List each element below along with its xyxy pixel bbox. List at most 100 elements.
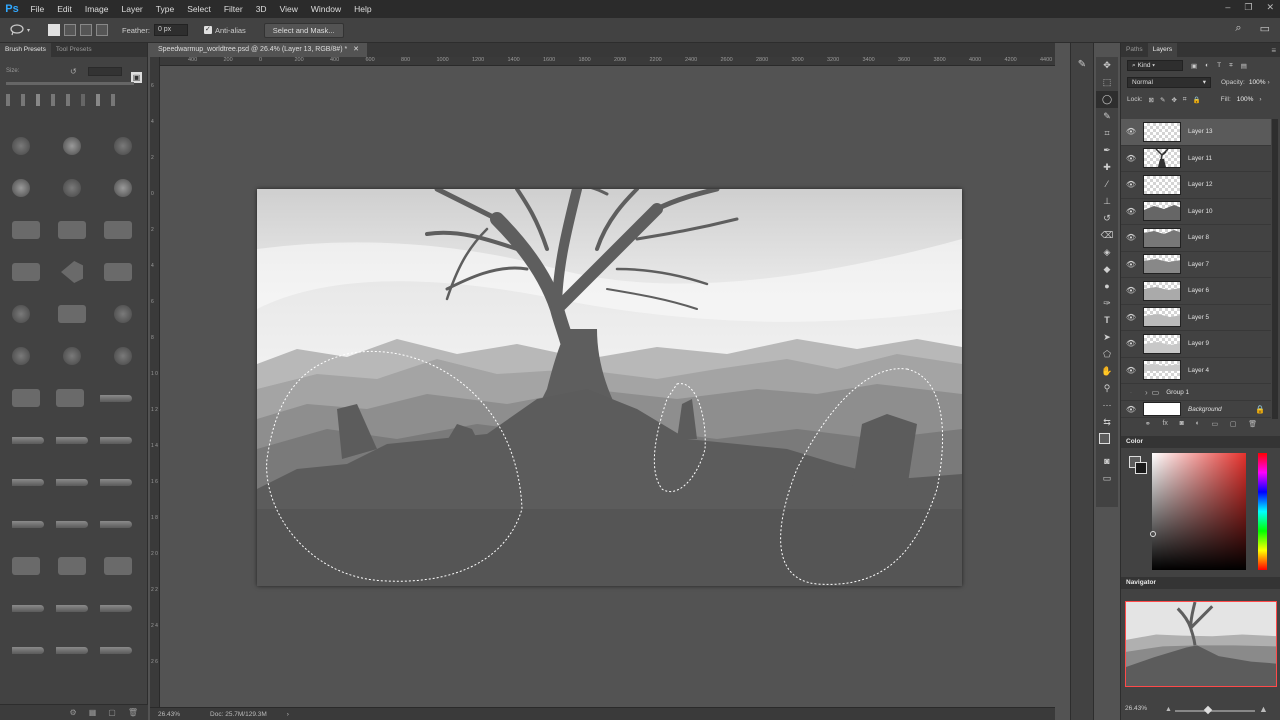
hand-tool-icon[interactable]: ✋ [1096, 363, 1118, 380]
visibility-eye-icon[interactable]: 👁 [1121, 233, 1141, 242]
tool-preset-picker[interactable]: ▾ [10, 22, 44, 38]
brush-settings-icon[interactable]: ⚙ [70, 708, 77, 717]
background-layer-row[interactable]: 👁 Background 🔒 [1121, 401, 1271, 418]
layer-row[interactable]: 👁 Layer 5 [1121, 305, 1271, 331]
layer-filter-select[interactable]: ⌕ Kind ▾ [1127, 60, 1183, 71]
group-row[interactable]: · › ▭ Group 1 [1121, 384, 1271, 401]
add-to-selection-icon[interactable] [64, 24, 76, 36]
tab-paths[interactable]: Paths [1121, 43, 1148, 57]
lock-artboard-icon[interactable]: ⌗ [1183, 96, 1187, 104]
lock-transparency-icon[interactable]: ⊠ [1149, 96, 1154, 104]
navigator-zoom-slider[interactable] [1175, 705, 1255, 715]
brush-tip[interactable] [12, 604, 44, 612]
brush-tip[interactable] [12, 137, 30, 155]
new-layer-icon[interactable]: ▢ [1230, 420, 1237, 432]
shape-tool-icon[interactable]: ⬠ [1096, 346, 1118, 363]
color-field[interactable] [1150, 453, 1246, 570]
close-icon[interactable]: ✕ [1266, 2, 1274, 13]
brush-tool-icon[interactable]: ⁄ [1096, 176, 1118, 193]
brush-tip[interactable] [100, 478, 132, 486]
menu-layer[interactable]: Layer [115, 4, 149, 14]
trash-icon[interactable]: 🗑 [128, 708, 138, 717]
visibility-eye-icon[interactable]: 👁 [1121, 127, 1141, 136]
panel-menu-icon[interactable]: ≡ [1271, 46, 1276, 55]
menu-filter[interactable]: Filter [217, 4, 249, 14]
menu-type[interactable]: Type [149, 4, 180, 14]
filter-shape-icon[interactable]: ⌗ [1229, 62, 1233, 70]
chevron-right-icon[interactable]: › [287, 711, 289, 718]
filter-pixel-icon[interactable]: ▣ [1191, 62, 1197, 70]
menu-edit[interactable]: Edit [51, 4, 79, 14]
search-icon[interactable]: ⌕ [1235, 22, 1241, 35]
move-tool-icon[interactable]: ✥ [1096, 57, 1118, 74]
brush-tip[interactable] [104, 263, 132, 281]
history-brush-icon[interactable]: ↺ [1096, 210, 1118, 227]
paint-bucket-icon[interactable]: ◈ [1096, 244, 1118, 261]
brush-tip[interactable] [56, 646, 88, 654]
brush-tip[interactable] [61, 261, 83, 283]
zoom-tool-icon[interactable]: ⚲ [1096, 380, 1118, 397]
chevron-right-icon[interactable]: › [1145, 388, 1148, 397]
visibility-eye-icon[interactable]: 👁 [1121, 313, 1141, 322]
brush-tip[interactable] [58, 557, 86, 575]
hue-slider[interactable] [1258, 453, 1267, 570]
pen-tool-icon[interactable]: ✑ [1096, 295, 1118, 312]
type-tool-icon[interactable]: T [1096, 312, 1118, 329]
fill-input[interactable]: 100% [1237, 96, 1254, 103]
visibility-eye-icon[interactable]: 👁 [1121, 180, 1141, 189]
blur-tool-icon[interactable]: ◆ [1096, 261, 1118, 278]
lock-position-icon[interactable]: ✥ [1171, 96, 1176, 104]
visibility-eye-icon[interactable]: 👁 [1121, 366, 1141, 375]
more-tools-icon[interactable]: ⋯ [1096, 397, 1118, 414]
restore-icon[interactable]: ❐ [1244, 2, 1252, 13]
brush-tip[interactable] [100, 520, 132, 528]
brush-tip[interactable] [63, 347, 81, 365]
brush-tip[interactable] [100, 646, 132, 654]
brush-tip[interactable] [12, 478, 44, 486]
brush-tip[interactable] [12, 179, 30, 197]
brush-tip[interactable] [114, 179, 132, 197]
brush-tip[interactable] [56, 389, 84, 407]
grid-icon[interactable]: ▦ [89, 708, 97, 717]
link-icon[interactable]: ⚭ [1145, 420, 1151, 432]
brush-tip[interactable] [12, 263, 40, 281]
brush-tip[interactable] [63, 137, 81, 155]
lock-pixels-icon[interactable]: ✎ [1160, 96, 1165, 104]
size-slider[interactable] [6, 82, 134, 85]
workspace-icon[interactable]: ▭ [1260, 22, 1270, 35]
visibility-eye-icon[interactable]: · [1121, 388, 1141, 397]
brush-tip[interactable] [58, 305, 86, 323]
mask-icon[interactable]: ◙ [1180, 420, 1184, 432]
menu-help[interactable]: Help [348, 4, 378, 14]
brush-tip[interactable] [56, 604, 88, 612]
quick-mask-icon[interactable]: ◙ [1096, 453, 1118, 470]
brush-tip[interactable] [114, 305, 132, 323]
tab-layers[interactable]: Layers [1147, 43, 1178, 57]
brush-tip[interactable] [12, 557, 40, 575]
layer-row[interactable]: 👁 Layer 13 [1121, 119, 1271, 146]
color-swatches[interactable] [1096, 431, 1118, 453]
layer-row[interactable]: 👁 Layer 11 [1121, 146, 1271, 172]
feather-input[interactable]: 0 px [153, 24, 188, 36]
visibility-eye-icon[interactable]: 👁 [1121, 154, 1141, 163]
zoom-level[interactable]: 26.43% [158, 711, 180, 718]
layer-row[interactable]: 👁 Layer 10 [1121, 199, 1271, 225]
layer-row[interactable]: 👁 Layer 6 [1121, 278, 1271, 305]
visibility-eye-icon[interactable]: 👁 [1121, 260, 1141, 269]
dodge-tool-icon[interactable]: ● [1096, 278, 1118, 295]
layer-row[interactable]: 👁 Layer 8 [1121, 225, 1271, 252]
brush-tip[interactable] [104, 557, 132, 575]
antialias-checkbox[interactable]: ✓ [203, 26, 212, 34]
brush-tip[interactable] [56, 520, 88, 528]
visibility-eye-icon[interactable]: 👁 [1121, 207, 1141, 216]
lock-all-icon[interactable]: 🔒 [1193, 96, 1201, 104]
layer-row[interactable]: 👁 Layer 4 [1121, 358, 1271, 384]
brush-tip[interactable] [12, 520, 44, 528]
new-selection-icon[interactable] [48, 24, 60, 36]
brush-tip[interactable] [114, 137, 132, 155]
brush-tip[interactable] [12, 436, 44, 444]
minimize-icon[interactable]: – [1225, 2, 1230, 13]
brush-tip[interactable] [12, 646, 44, 654]
reset-icon[interactable]: ↺ [70, 67, 77, 76]
adjustment-icon[interactable]: ◐ [1196, 420, 1200, 432]
